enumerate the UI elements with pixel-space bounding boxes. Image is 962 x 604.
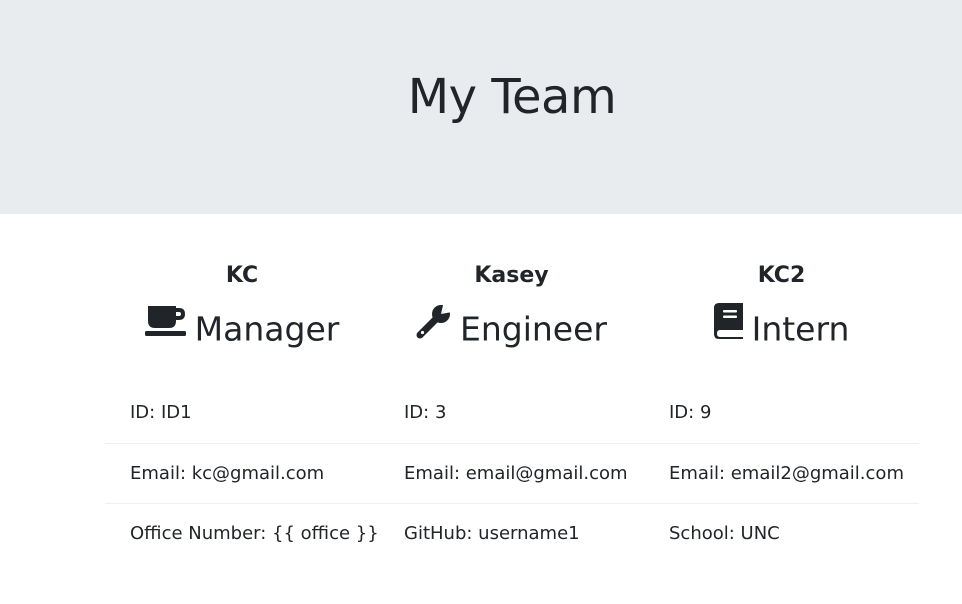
page-title: My Team <box>407 69 617 125</box>
id-item: ID: 9 <box>669 402 712 423</box>
employee-name: Kasey <box>474 263 549 288</box>
info-list: ID: 9 Email: email2@gmail.com School: UN… <box>644 383 919 563</box>
id-item: ID: ID1 <box>130 402 192 423</box>
role-label: Engineer <box>460 309 607 349</box>
wrench-icon <box>416 301 452 350</box>
employee-name: KC <box>225 263 259 288</box>
coffee-cup-icon <box>144 304 187 349</box>
book-icon <box>713 303 744 350</box>
intern-card: KC2 Intern ID: 9 Email: email2@gmail.com… <box>644 214 919 604</box>
employee-role: Manager <box>105 306 379 350</box>
employee-name: KC2 <box>757 263 806 288</box>
engineer-card: Kasey Engineer ID: 3 Email: email@gmail.… <box>379 214 644 604</box>
info-list: ID: 3 Email: email@gmail.com GitHub: use… <box>379 383 644 563</box>
role-label: Manager <box>194 309 340 349</box>
header-jumbotron: My Team <box>0 0 962 214</box>
info-list: ID: ID1 Email: kc@gmail.com Office Numbe… <box>105 383 379 563</box>
school-item: School: UNC <box>644 503 919 563</box>
manager-card: KC Manager ID: ID1 Email: kc@gmail.com O… <box>105 214 379 604</box>
email-item: Email: email2@gmail.com <box>644 443 919 503</box>
employee-role: Intern <box>644 303 919 350</box>
email-item: Email: kc@gmail.com <box>105 443 379 503</box>
employee-role: Engineer <box>379 301 644 350</box>
role-label: Intern <box>751 309 850 349</box>
email-item: Email: email@gmail.com <box>379 443 644 503</box>
office-number-item: Office Number: {{ office }} <box>105 503 379 563</box>
id-item: ID: 3 <box>404 402 447 423</box>
github-item: GitHub: username1 <box>379 503 644 563</box>
